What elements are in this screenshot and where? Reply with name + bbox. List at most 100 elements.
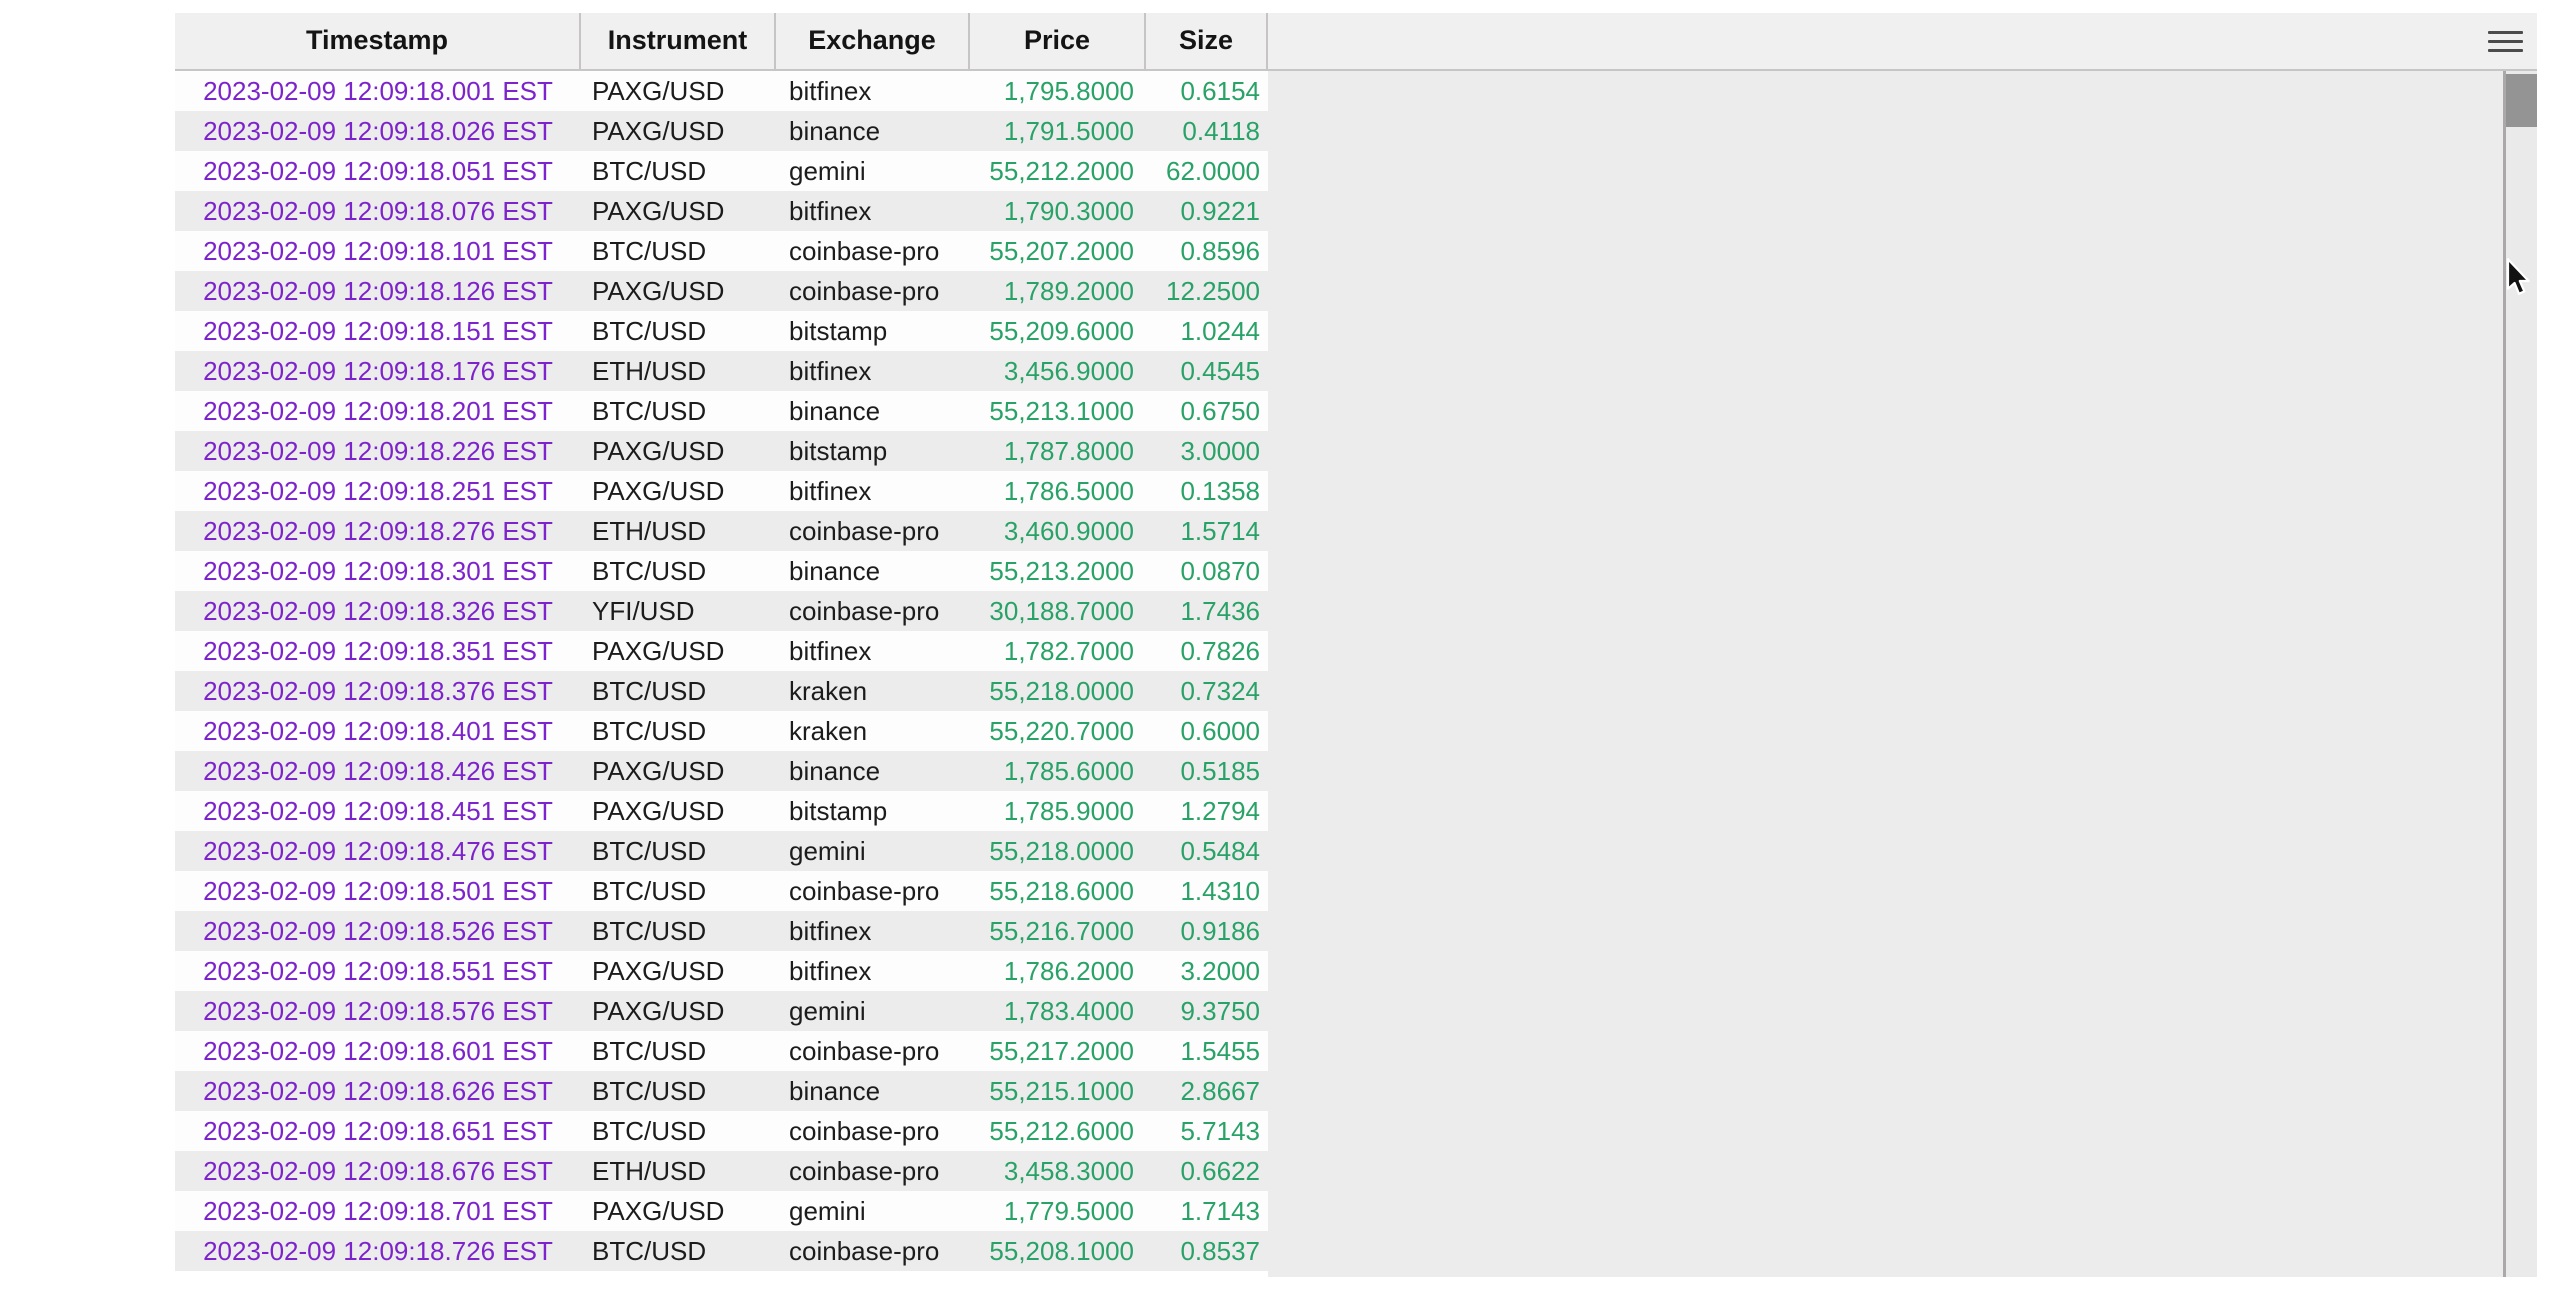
cell-instrument: PAXG/USD bbox=[581, 111, 776, 151]
header-filler bbox=[1268, 13, 2537, 69]
cell-instrument: BTC/USD bbox=[581, 151, 776, 191]
cell-exchange: bitfinex bbox=[776, 71, 970, 111]
cell-timestamp: 2023-02-09 12:09:18.176 EST bbox=[175, 351, 581, 391]
cell-timestamp: 2023-02-09 12:09:18.126 EST bbox=[175, 271, 581, 311]
cell-exchange: kraken bbox=[776, 711, 970, 751]
cell-exchange: bitfinex bbox=[776, 951, 970, 991]
cell-exchange: coinbase-pro bbox=[776, 271, 970, 311]
cell-exchange: bitfinex bbox=[776, 191, 970, 231]
cell-exchange: coinbase-pro bbox=[776, 511, 970, 551]
cell-instrument: BTC/USD bbox=[581, 1031, 776, 1071]
cell-size: 3.0000 bbox=[1146, 431, 1268, 471]
cell-instrument: YFI/USD bbox=[581, 591, 776, 631]
cell-size: 0.6000 bbox=[1146, 711, 1268, 751]
cell-instrument: BTC/USD bbox=[581, 671, 776, 711]
table-header-row: Timestamp Instrument Exchange Price Size bbox=[175, 13, 2537, 71]
cell-exchange: bitfinex bbox=[776, 631, 970, 671]
cell-price: 55,209.6000 bbox=[970, 311, 1146, 351]
cell-instrument: PAXG/USD bbox=[581, 751, 776, 791]
table-row: 2023-02-09 12:09:18.576 EST PAXG/USD gem… bbox=[175, 991, 1268, 1031]
column-header-price: Price bbox=[970, 13, 1146, 69]
table-empty-area bbox=[1268, 71, 2503, 1277]
table-row: 2023-02-09 12:09:18.001 EST PAXG/USD bit… bbox=[175, 71, 1268, 111]
cell-size: 3.2000 bbox=[1146, 951, 1268, 991]
cell-instrument: BTC/USD bbox=[581, 1111, 776, 1151]
cell-size: 0.7826 bbox=[1146, 631, 1268, 671]
cell-size: 0.7324 bbox=[1146, 671, 1268, 711]
cell-timestamp: 2023-02-09 12:09:18.476 EST bbox=[175, 831, 581, 871]
cell-price: 1,785.6000 bbox=[970, 751, 1146, 791]
column-header-timestamp: Timestamp bbox=[175, 13, 581, 69]
table-row: 2023-02-09 12:09:18.076 EST PAXG/USD bit… bbox=[175, 191, 1268, 231]
cell-instrument: PAXG/USD bbox=[581, 191, 776, 231]
cell-price: 1,786.2000 bbox=[970, 951, 1146, 991]
cell-timestamp: 2023-02-09 12:09:18.101 EST bbox=[175, 231, 581, 271]
cell-price: 55,212.2000 bbox=[970, 151, 1146, 191]
table-row: 2023-02-09 12:09:18.401 EST BTC/USD krak… bbox=[175, 711, 1268, 751]
cell-exchange: binance bbox=[776, 1071, 970, 1111]
cell-size: 1.5714 bbox=[1146, 511, 1268, 551]
table-row: 2023-02-09 12:09:18.026 EST PAXG/USD bin… bbox=[175, 111, 1268, 151]
cell-exchange: binance bbox=[776, 391, 970, 431]
cell-timestamp: 2023-02-09 12:09:18.351 EST bbox=[175, 631, 581, 671]
cell-size: 5.7143 bbox=[1146, 1111, 1268, 1151]
cell-price: 55,218.6000 bbox=[970, 871, 1146, 911]
cell-size: 0.8596 bbox=[1146, 231, 1268, 271]
cell-instrument: BTC/USD bbox=[581, 911, 776, 951]
cell-instrument: BTC/USD bbox=[581, 391, 776, 431]
table-row: 2023-02-09 12:09:18.326 EST YFI/USD coin… bbox=[175, 591, 1268, 631]
cell-timestamp: 2023-02-09 12:09:18.001 EST bbox=[175, 71, 581, 111]
table-row: 2023-02-09 12:09:18.701 EST PAXG/USD gem… bbox=[175, 1191, 1268, 1231]
scrollbar-thumb[interactable] bbox=[2506, 74, 2537, 127]
cell-price: 3,460.9000 bbox=[970, 511, 1146, 551]
cell-exchange: coinbase-pro bbox=[776, 231, 970, 271]
cell-price: 1,779.5000 bbox=[970, 1191, 1146, 1231]
cell-timestamp: 2023-02-09 12:09:18.601 EST bbox=[175, 1031, 581, 1071]
column-header-size: Size bbox=[1146, 13, 1268, 69]
cell-size: 0.4118 bbox=[1146, 111, 1268, 151]
table-row: 2023-02-09 12:09:18.726 EST BTC/USD coin… bbox=[175, 1231, 1268, 1271]
table-row: 2023-02-09 12:09:18.651 EST BTC/USD coin… bbox=[175, 1111, 1268, 1151]
cell-price: 1,789.2000 bbox=[970, 271, 1146, 311]
table-row: 2023-02-09 12:09:18.101 EST BTC/USD coin… bbox=[175, 231, 1268, 271]
table-row: 2023-02-09 12:09:18.301 EST BTC/USD bina… bbox=[175, 551, 1268, 591]
cell-price: 1,786.5000 bbox=[970, 471, 1146, 511]
table-row: 2023-02-09 12:09:18.626 EST BTC/USD bina… bbox=[175, 1071, 1268, 1111]
cell-price: 1,790.3000 bbox=[970, 191, 1146, 231]
cell-price: 1,782.7000 bbox=[970, 631, 1146, 671]
hamburger-menu-icon[interactable] bbox=[2488, 31, 2523, 52]
cell-instrument: PAXG/USD bbox=[581, 431, 776, 471]
cell-timestamp: 2023-02-09 12:09:18.426 EST bbox=[175, 751, 581, 791]
cell-timestamp: 2023-02-09 12:09:18.451 EST bbox=[175, 791, 581, 831]
cell-instrument: BTC/USD bbox=[581, 551, 776, 591]
cell-size: 0.9221 bbox=[1146, 191, 1268, 231]
cell-exchange: coinbase-pro bbox=[776, 871, 970, 911]
cell-price: 55,212.6000 bbox=[970, 1111, 1146, 1151]
cell-timestamp: 2023-02-09 12:09:18.551 EST bbox=[175, 951, 581, 991]
cell-instrument: PAXG/USD bbox=[581, 271, 776, 311]
cell-size: 12.2500 bbox=[1146, 271, 1268, 311]
vertical-scrollbar[interactable] bbox=[2503, 71, 2537, 1277]
cell-size: 0.1358 bbox=[1146, 471, 1268, 511]
cell-size: 62.0000 bbox=[1146, 151, 1268, 191]
cell-price: 1,785.9000 bbox=[970, 791, 1146, 831]
cell-timestamp: 2023-02-09 12:09:18.201 EST bbox=[175, 391, 581, 431]
cell-price: 1,783.4000 bbox=[970, 991, 1146, 1031]
table-row: 2023-02-09 12:09:18.126 EST PAXG/USD coi… bbox=[175, 271, 1268, 311]
cell-instrument: PAXG/USD bbox=[581, 951, 776, 991]
cell-size: 0.5185 bbox=[1146, 751, 1268, 791]
cell-instrument: BTC/USD bbox=[581, 311, 776, 351]
cell-size: 0.4545 bbox=[1146, 351, 1268, 391]
cell-price: 55,216.7000 bbox=[970, 911, 1146, 951]
cell-timestamp: 2023-02-09 12:09:18.701 EST bbox=[175, 1191, 581, 1231]
cell-exchange: binance bbox=[776, 111, 970, 151]
cell-exchange: gemini bbox=[776, 1191, 970, 1231]
cell-instrument: BTC/USD bbox=[581, 1071, 776, 1111]
table-row: 2023-02-09 12:09:18.251 EST PAXG/USD bit… bbox=[175, 471, 1268, 511]
cell-size: 0.8537 bbox=[1146, 1231, 1268, 1271]
cell-exchange: bitfinex bbox=[776, 351, 970, 391]
table-row: 2023-02-09 12:09:18.501 EST BTC/USD coin… bbox=[175, 871, 1268, 911]
cell-price: 3,458.3000 bbox=[970, 1151, 1146, 1191]
cell-exchange: gemini bbox=[776, 831, 970, 871]
cell-exchange: binance bbox=[776, 751, 970, 791]
